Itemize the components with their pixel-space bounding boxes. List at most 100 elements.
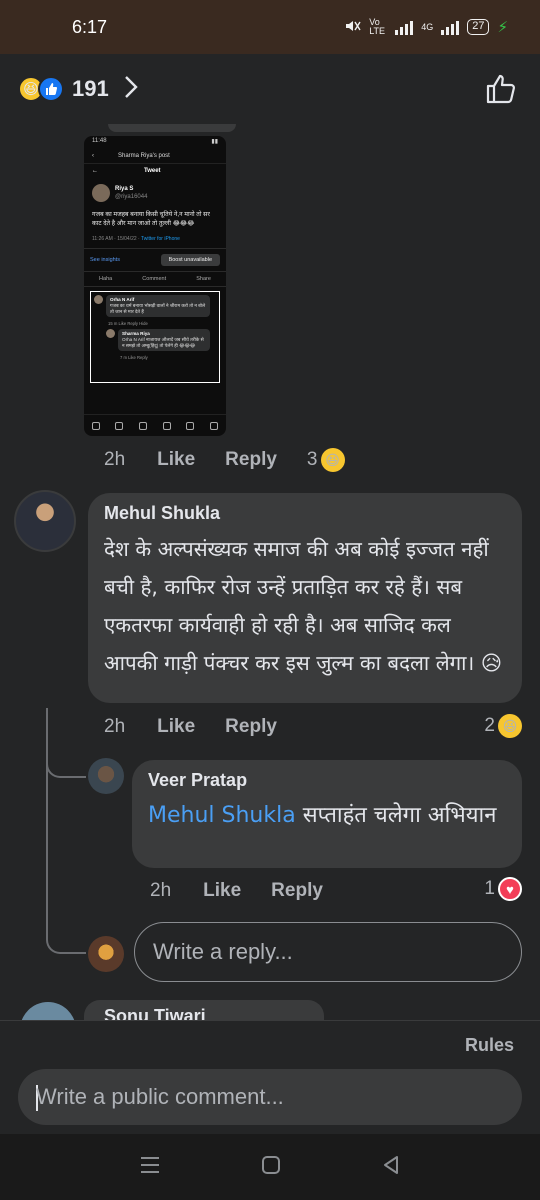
reaction-summary[interactable]: 3 😆 (307, 448, 345, 472)
recent-apps-icon[interactable] (140, 1156, 160, 1179)
comment-author[interactable]: Sonu Tiwari (84, 1000, 324, 1022)
ss-boost-button: Boost unavailable (160, 254, 220, 266)
reply-text: Mehul Shukla सप्ताहंत चलेगा अभियान (148, 797, 506, 835)
ss-menu-icon (210, 421, 219, 430)
like-link[interactable]: Like (203, 880, 241, 902)
ss-comment: Comment (142, 276, 167, 282)
home-icon[interactable] (261, 1155, 281, 1180)
haha-icon: 😆 (498, 714, 522, 738)
ss-title-bar: ‹ Sharma Riya's post (84, 148, 226, 164)
reply-link[interactable]: Reply (225, 449, 277, 471)
reaction-count: 2 (484, 715, 495, 736)
reply-body: सप्ताहंत चलेगा अभियान (295, 803, 497, 828)
ss-post-title: Sharma Riya's post (118, 152, 170, 159)
ss-user-handle: @riya16044 (115, 194, 148, 200)
mute-icon (343, 18, 361, 37)
ss-boost-row: See insights Boost unavailable (84, 249, 226, 271)
reply-link[interactable]: Reply (271, 880, 323, 902)
reply-time: 2h (150, 880, 172, 901)
comment-bubble[interactable]: Mehul Shukla देश के अल्पसंख्यक समाज की अ… (88, 493, 522, 703)
ss-user-name: Riya S (115, 186, 134, 192)
my-avatar (88, 936, 124, 972)
network-4g-label: 4G (421, 22, 434, 32)
comment-time: 2h (104, 716, 126, 737)
ss-home-icon (91, 421, 100, 430)
signal-icon (395, 19, 414, 35)
ss-highlighted-comments: Orha N Arif गजब का धर्म बनाया भोसड़ी वालो… (90, 291, 220, 383)
like-link[interactable]: Like (157, 449, 195, 471)
chevron-right-icon[interactable] (123, 74, 139, 105)
reply-link[interactable]: Reply (225, 716, 277, 738)
reaction-count: 191 (72, 76, 109, 101)
ss-comment-avatar (106, 329, 115, 338)
ss-user-name-block: Riya S @riya16044 (115, 185, 147, 201)
ss-comment-bubble: Sharma Riya Orha N Arif नाजायज औलादें जब … (118, 329, 210, 351)
ss-comment-1: Orha N Arif गजब का धर्म बनाया भोसड़ी वालो… (94, 295, 216, 317)
ss-page-icon (162, 421, 171, 430)
reply-bubble[interactable]: Veer Pratap Mehul Shukla सप्ताहंत चलेगा … (132, 760, 522, 868)
reply-meta-row: 2h Like Reply (150, 880, 353, 902)
ss-see-insights: See insights (90, 257, 120, 263)
ss-tweet-meta: 11:26 AM · 15/04/22 · Twitter for iPhone (84, 234, 226, 249)
volte-label: Vo LTE (369, 17, 386, 36)
heart-icon: ♥ (498, 877, 522, 901)
thread-branch-line (46, 708, 86, 778)
comment-author[interactable]: Mehul Shukla (104, 503, 506, 524)
ss-status-icons: ▮▮ (211, 139, 218, 145)
comment-placeholder: Write a public comment... (36, 1084, 284, 1109)
ss-groups-icon (139, 421, 148, 430)
rules-link[interactable]: Rules (465, 1035, 514, 1056)
ss-c2-text: Orha N Arif नाजायज औलादें जब सीधे तरीके … (122, 337, 204, 348)
avatar[interactable] (14, 490, 76, 552)
like-button-icon[interactable] (484, 72, 518, 111)
comment-meta-row: 2h Like Reply (104, 716, 307, 738)
ss-tweet-text: गजब का मजहब बनाया किसी चूतिये ने,न मानो … (92, 211, 210, 227)
reactions-summary[interactable]: 😆 191 (18, 74, 139, 105)
ss-arrow-icon: ← (92, 168, 98, 174)
ss-c1-meta: 15 m Like Reply Hide (108, 321, 148, 326)
ss-comment-bubble: Orha N Arif गजब का धर्म बनाया भोसड़ी वालो… (106, 295, 210, 317)
ss-c1-text: गजब का धर्म बनाया भोसड़ी वालों ने श्रीरा… (110, 303, 206, 314)
ss-action-row: Haha Comment Share (84, 271, 226, 287)
reactions-header: 😆 191 (0, 54, 540, 124)
ss-haha: Haha (99, 276, 113, 282)
ss-tweet-label: Tweet (144, 168, 161, 174)
ss-status-bar: 11:48 ▮▮ (84, 136, 226, 148)
like-reaction-icon (38, 76, 64, 102)
reaction-count: 3 (306, 449, 318, 470)
reaction-count: 1 (484, 878, 495, 899)
public-comment-input[interactable]: Write a public comment... (18, 1069, 522, 1125)
status-icons: Vo LTE 4G 27 ⚡ (343, 18, 508, 37)
next-comment-bubble[interactable]: Sonu Tiwari (84, 1000, 324, 1022)
reaction-summary[interactable]: 2 😆 (484, 714, 522, 738)
ss-tweet-date: 11:26 AM · 15/04/22 · (92, 236, 142, 242)
status-bar: 6:17 Vo LTE 4G 27 ⚡ (0, 0, 540, 54)
ss-comment-2: Sharma Riya Orha N Arif नाजायज औलादें जब … (94, 329, 216, 351)
ss-notifications-icon (186, 421, 195, 430)
back-icon[interactable] (382, 1155, 400, 1180)
previous-comment-edge (108, 124, 236, 132)
reply-author[interactable]: Veer Pratap (148, 770, 506, 791)
ss-user-avatar (92, 184, 110, 202)
ss-bottom-nav (84, 414, 226, 436)
ss-c2-meta: 7 m Like Reply (120, 355, 148, 360)
comment-time: 2h (104, 449, 126, 470)
haha-icon: 😆 (320, 448, 345, 472)
screen: 6:17 Vo LTE 4G 27 ⚡ 😆 191 11:48 ▮▮ ‹ Sha… (0, 0, 540, 1200)
ss-comment-avatar (94, 295, 103, 304)
ss-time: 11:48 (92, 138, 107, 144)
signal-2-icon (441, 19, 460, 35)
like-link[interactable]: Like (157, 716, 195, 738)
mention-link[interactable]: Mehul Shukla (148, 803, 296, 828)
ss-back-icon: ‹ (92, 152, 94, 159)
ss-tweet-user: Riya S @riya16044 (84, 178, 226, 204)
ss-share: Share (196, 276, 211, 282)
attached-screenshot-image[interactable]: 11:48 ▮▮ ‹ Sharma Riya's post ← Tweet Ri… (84, 136, 226, 436)
ss-tweet-source: Twitter for iPhone (141, 236, 180, 242)
status-time: 6:17 (72, 16, 108, 37)
avatar[interactable] (88, 758, 124, 794)
ss-watch-icon (115, 421, 124, 430)
comment-meta-row: 2h Like Reply 3 😆 (104, 448, 345, 472)
reaction-summary[interactable]: 1 ♥ (484, 877, 522, 901)
reply-input[interactable]: Write a reply... (134, 922, 522, 982)
